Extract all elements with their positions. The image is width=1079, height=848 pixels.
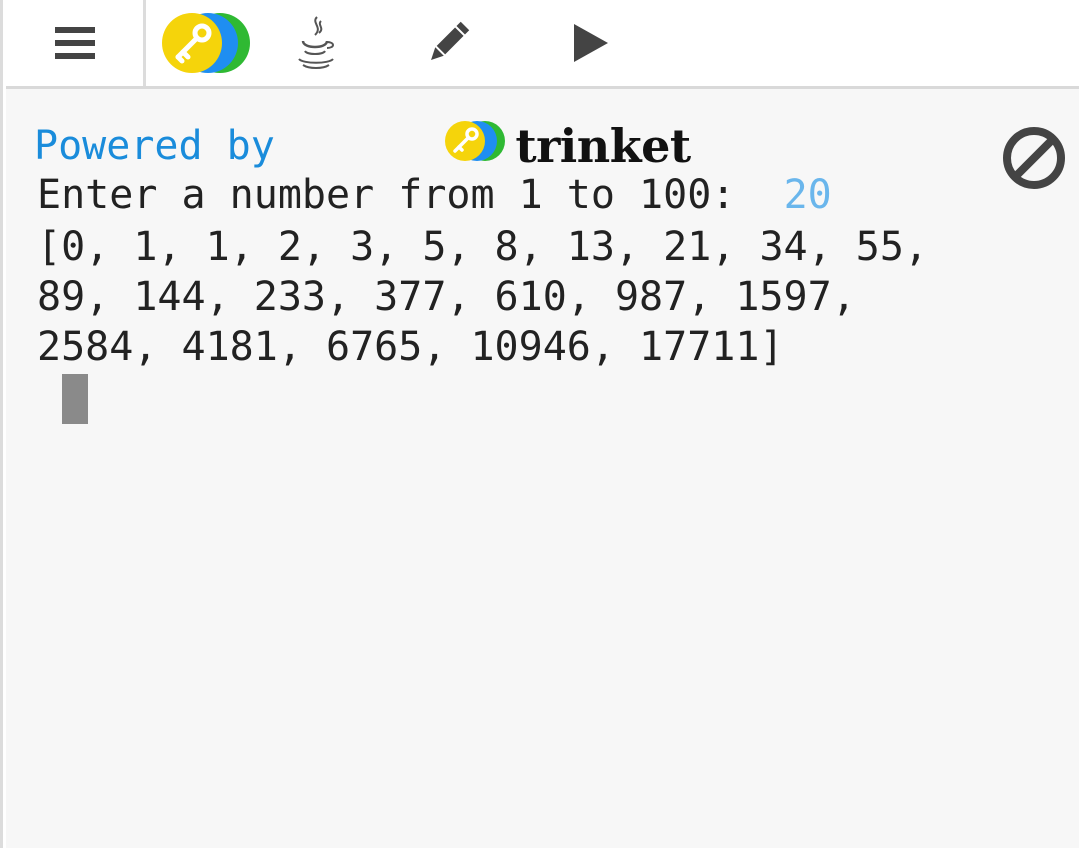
prompt-line: Enter a number from 1 to 100: 20 (37, 170, 832, 220)
prompt-text: Enter a number from 1 to 100: (37, 172, 760, 218)
play-icon (574, 24, 608, 62)
hamburger-menu-icon (54, 27, 95, 59)
output-line: 89, 144, 233, 377, 610, 987, 1597, (37, 274, 856, 320)
clear-console-button[interactable] (1001, 125, 1067, 191)
brand-name: trinket (515, 119, 691, 173)
text-cursor (62, 374, 88, 424)
trinket-logo-button[interactable] (158, 0, 254, 86)
powered-by-banner[interactable]: Powered by trinket (34, 118, 691, 174)
pencil-icon (431, 21, 470, 60)
user-input-value: 20 (783, 172, 832, 218)
powered-by-label: Powered by (34, 123, 275, 169)
output-line: 2584, 4181, 6765, 10946, 17711] (37, 324, 784, 370)
menu-button[interactable] (6, 0, 146, 86)
run-button[interactable] (562, 0, 618, 86)
output-line: [0, 1, 1, 2, 3, 5, 8, 13, 21, 34, 55, (37, 224, 929, 270)
java-cup-icon (298, 16, 334, 69)
no-entry-icon (1003, 127, 1065, 189)
trinket-logo-icon (162, 13, 250, 73)
app-frame: Powered by trinket Enter a number from 1… (0, 0, 1079, 848)
toolbar (6, 0, 1079, 89)
